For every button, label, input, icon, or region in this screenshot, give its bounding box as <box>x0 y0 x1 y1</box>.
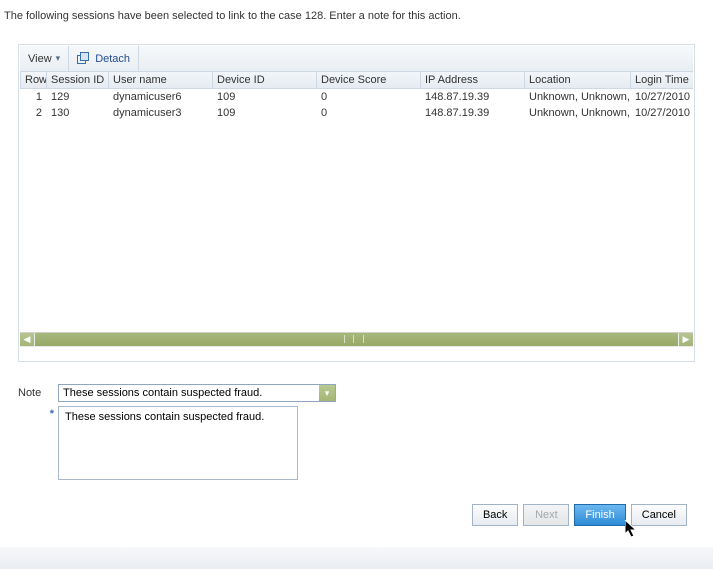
footer-gradient <box>0 547 713 569</box>
required-marker: * <box>18 406 58 420</box>
cell-device-score: 0 <box>317 89 421 106</box>
sessions-panel: View ▾ Detach <box>18 44 695 362</box>
scroll-left-icon[interactable]: ◀ <box>20 333 34 346</box>
col-header-session-id[interactable]: Session ID <box>47 72 109 89</box>
col-header-device-id[interactable]: Device ID <box>213 72 317 89</box>
chevron-down-icon[interactable]: ▾ <box>319 385 335 401</box>
cell-location: Unknown, Unknown, <box>525 105 631 121</box>
detach-button[interactable]: Detach <box>69 46 139 71</box>
col-header-ip-address[interactable]: IP Address <box>421 72 525 89</box>
cell-ip-address: 148.87.19.39 <box>421 89 525 106</box>
horizontal-scrollbar[interactable]: ◀ ▶ <box>20 332 693 346</box>
cell-device-id: 109 <box>213 105 317 121</box>
finish-button[interactable]: Finish <box>574 504 625 526</box>
col-header-user-name[interactable]: User name <box>109 72 213 89</box>
col-header-login-time[interactable]: Login Time <box>631 72 694 89</box>
sessions-table: Row Session ID User name Device ID Devic… <box>20 72 693 121</box>
scroll-right-icon[interactable]: ▶ <box>679 333 693 346</box>
cell-user-name: dynamicuser3 <box>109 105 213 121</box>
chevron-down-icon: ▾ <box>56 53 61 64</box>
col-header-row[interactable]: Row <box>21 72 47 89</box>
cancel-button[interactable]: Cancel <box>631 504 687 526</box>
cell-ip-address: 148.87.19.39 <box>421 105 525 121</box>
cell-device-id: 109 <box>213 89 317 106</box>
col-header-device-score[interactable]: Device Score <box>317 72 421 89</box>
cell-user-name: dynamicuser6 <box>109 89 213 106</box>
cell-row: 1 <box>21 89 47 106</box>
cell-row: 2 <box>21 105 47 121</box>
scroll-thumb[interactable] <box>344 335 364 343</box>
table-toolbar: View ▾ Detach <box>20 46 693 72</box>
note-select[interactable]: ▾ <box>58 384 336 402</box>
col-header-location[interactable]: Location <box>525 72 631 89</box>
scroll-track[interactable] <box>35 333 678 346</box>
note-select-input[interactable] <box>59 385 319 401</box>
note-textarea[interactable] <box>58 406 298 480</box>
detach-icon <box>77 52 90 65</box>
next-button: Next <box>523 504 569 526</box>
table-row[interactable]: 2 130 dynamicuser3 109 0 148.87.19.39 Un… <box>21 105 694 121</box>
back-button[interactable]: Back <box>472 504 518 526</box>
note-label: Note <box>18 384 58 399</box>
detach-label: Detach <box>95 53 130 65</box>
cell-location: Unknown, Unknown, <box>525 89 631 106</box>
cell-device-score: 0 <box>317 105 421 121</box>
wizard-button-bar: Back Next Finish Cancel <box>4 480 709 526</box>
cell-session-id: 130 <box>47 105 109 121</box>
table-row[interactable]: 1 129 dynamicuser6 109 0 148.87.19.39 Un… <box>21 89 694 106</box>
cell-session-id: 129 <box>47 89 109 106</box>
instruction-text: The following sessions have been selecte… <box>4 4 709 30</box>
view-label: View <box>28 53 52 65</box>
cell-login-time: 10/27/2010 6:: <box>631 89 694 106</box>
cell-login-time: 10/27/2010 6:: <box>631 105 694 121</box>
view-menu[interactable]: View ▾ <box>20 46 69 71</box>
